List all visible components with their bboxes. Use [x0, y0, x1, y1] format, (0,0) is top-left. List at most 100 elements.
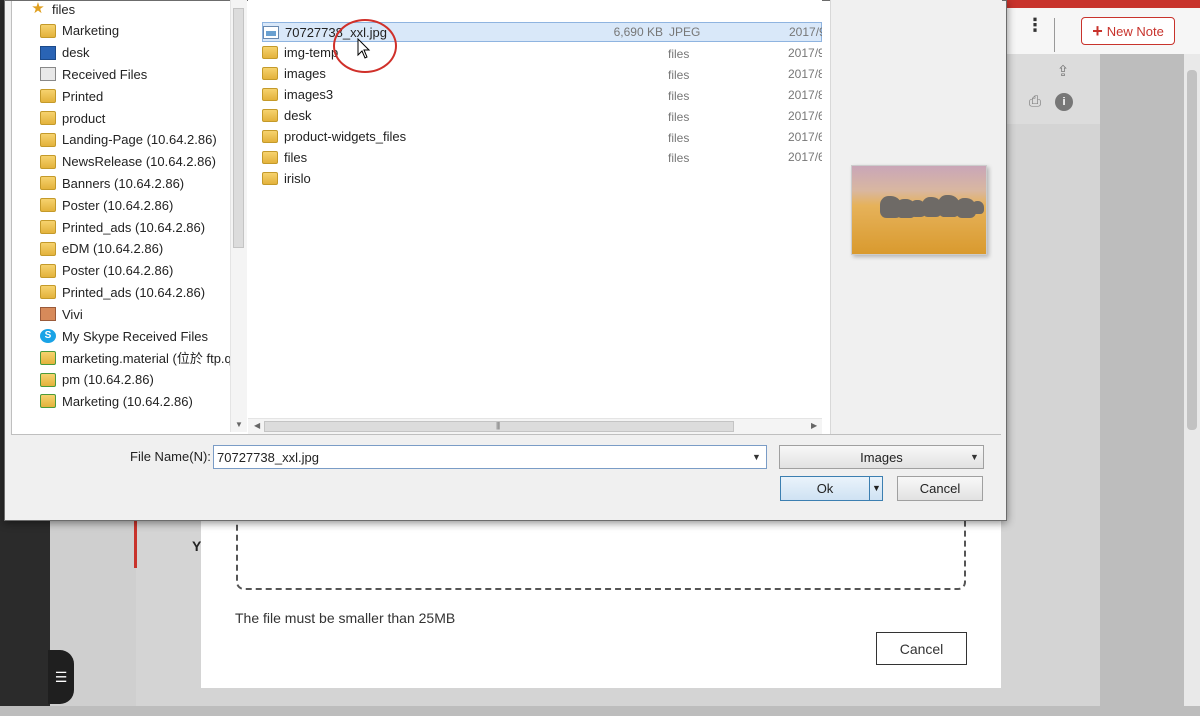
folder-icon [262, 150, 278, 164]
menu-icon[interactable]: ☰ [48, 650, 74, 704]
nav-item[interactable]: Printed_ads (10.64.2.86) [40, 216, 205, 238]
print-icon[interactable]: ⎙ [1026, 93, 1044, 111]
info-icon[interactable]: i [1055, 93, 1073, 111]
more-options-icon[interactable]: ⋮ [1026, 16, 1044, 34]
ok-dropdown-icon[interactable]: ▼ [872, 483, 881, 493]
folder-icon [262, 67, 278, 81]
folder-icon [40, 220, 56, 234]
cancel-button[interactable]: Cancel [897, 476, 983, 501]
ok-split-divider [869, 477, 870, 500]
file-name: irislo [284, 170, 311, 186]
file-name-dropdown-icon[interactable]: ▼ [752, 452, 761, 462]
new-note-button[interactable]: + New Note [1081, 17, 1175, 45]
file-size-note: The file must be smaller than 25MB [235, 610, 456, 626]
nav-item[interactable]: ★ files [30, 0, 75, 20]
nav-item[interactable]: Poster (10.64.2.86) [40, 194, 173, 216]
nav-item[interactable]: Poster (10.64.2.86) [40, 260, 173, 282]
nav-item-label: Vivi [62, 306, 83, 322]
image-file-icon [263, 25, 279, 39]
nav-item[interactable]: Banners (10.64.2.86) [40, 172, 184, 194]
nav-item-label: product [62, 110, 106, 126]
file-date: 2017/9 [789, 25, 822, 39]
nav-item[interactable]: Received Files [40, 63, 147, 85]
file-name-input[interactable] [213, 445, 767, 469]
nav-item[interactable]: eDM (10.64.2.86) [40, 238, 163, 260]
nav-item[interactable]: pm (10.64.2.86) [40, 369, 154, 391]
share-icon[interactable]: ⇪ [1054, 63, 1072, 81]
ok-label: Ok [816, 481, 834, 496]
user-folder-icon [262, 171, 278, 185]
user-icon [40, 307, 56, 322]
network-folder-icon [40, 350, 56, 365]
network-folder-icon [40, 372, 56, 387]
ok-button[interactable]: Ok ▼ [780, 476, 883, 501]
nav-item[interactable]: NewsRelease (10.64.2.86) [40, 151, 216, 173]
nav-item-label: files [52, 1, 76, 17]
file-row[interactable]: desk files 2017/6 [262, 106, 822, 126]
nav-item[interactable]: marketing.material (位於 ftp.qr [40, 347, 236, 369]
file-row[interactable]: irislo [262, 168, 822, 188]
file-list-blank [692, 42, 738, 182]
nav-item[interactable]: Printed_ads (10.64.2.86) [40, 281, 205, 303]
nav-item-label: Printed [62, 88, 104, 104]
nav-item[interactable]: Landing-Page (10.64.2.86) [40, 129, 217, 151]
file-name: desk [284, 108, 312, 124]
scroll-grip-icon: ||| [496, 421, 500, 430]
scroll-right-icon[interactable]: ▶ [811, 421, 817, 430]
scroll-left-icon[interactable]: ◀ [254, 421, 260, 430]
nav-item-label: Poster (10.64.2.86) [62, 263, 174, 279]
nav-scrollbar-thumb[interactable] [233, 8, 244, 248]
file-name: 70727738_xxl.jpg [285, 24, 387, 40]
file-date: 2017/8 [788, 87, 822, 102]
folder-icon [40, 154, 56, 169]
folder-icon [40, 241, 56, 256]
file-name: files [284, 149, 308, 165]
file-size: 6,690 KB [613, 25, 663, 39]
app-right-band [1100, 54, 1184, 716]
nav-item-label: eDM (10.64.2.86) [62, 241, 164, 257]
nav-item[interactable]: Vivi [40, 303, 83, 325]
skype-icon: S [40, 329, 56, 343]
plus-icon: + [1092, 21, 1103, 41]
file-name: img-temp [284, 45, 339, 61]
upload-cancel-button[interactable]: Cancel [876, 632, 967, 665]
folder-icon [40, 132, 56, 147]
file-type: JPEG [669, 25, 701, 39]
network-folder-icon [40, 394, 56, 409]
modal-heading-fragment: Y [192, 538, 202, 554]
nav-item-label: Poster (10.64.2.86) [62, 197, 174, 213]
desktop-icon [40, 45, 56, 60]
nav-item[interactable]: Marketing (10.64.2.86) [40, 390, 193, 412]
nav-item-label: Marketing (10.64.2.86) [62, 393, 193, 409]
file-type-select[interactable]: Images [779, 445, 984, 469]
folder-icon [40, 263, 56, 278]
star-icon: ★ [31, 0, 45, 17]
nav-scroll-down-icon[interactable]: ▼ [235, 420, 243, 429]
nav-item[interactable]: Printed [40, 85, 103, 107]
user-folder-icon [40, 23, 56, 38]
file-row[interactable]: files files 2017/6 [262, 147, 822, 167]
folder-icon [40, 176, 56, 191]
file-type-dropdown-icon[interactable]: ▼ [970, 452, 979, 462]
folder-icon [262, 88, 278, 102]
nav-item[interactable]: Marketing [40, 20, 119, 42]
nav-item-label: marketing.material (位於 ftp.qr [62, 351, 237, 367]
file-date: 2017/8 [788, 66, 822, 81]
nav-item[interactable]: desk [40, 42, 89, 64]
active-indicator [134, 518, 137, 568]
new-note-label: New Note [1106, 23, 1164, 39]
folder-icon [262, 46, 278, 60]
file-date: 2017/9 [788, 45, 822, 60]
image-preview [851, 165, 987, 255]
nav-item-label: Banners (10.64.2.86) [62, 175, 185, 191]
nav-item-label: desk [62, 45, 90, 61]
nav-item-label: pm (10.64.2.86) [62, 372, 154, 388]
file-row[interactable]: product-widgets_files files 2017/6 [262, 127, 822, 147]
file-row[interactable]: images3 files 2017/8 [262, 85, 822, 105]
file-date: 2017/6 [788, 150, 822, 165]
nav-item[interactable]: S My Skype Received Files [40, 325, 208, 347]
nav-item[interactable]: product [40, 107, 105, 129]
nav-item-label: My Skype Received Files [62, 328, 208, 344]
page-scrollbar-thumb[interactable] [1187, 70, 1197, 430]
nav-item-label: NewsRelease (10.64.2.86) [62, 154, 216, 170]
